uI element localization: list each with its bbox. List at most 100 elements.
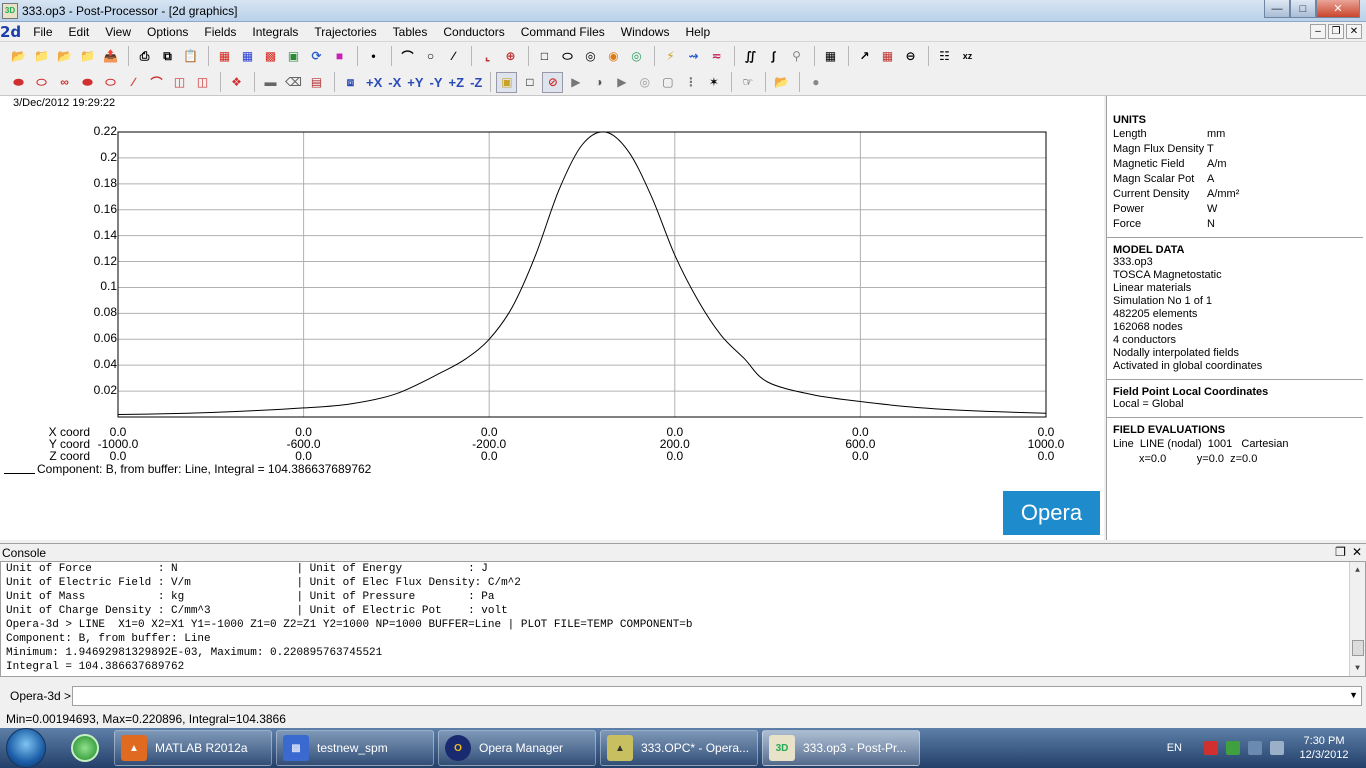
menu-conductors[interactable]: Conductors bbox=[435, 25, 512, 39]
menu-integrals[interactable]: Integrals bbox=[244, 25, 306, 39]
coil-icon[interactable]: ⬬ bbox=[8, 72, 29, 93]
solid-cube-icon[interactable]: ▣ bbox=[496, 71, 518, 93]
taskbar-app-post-processor[interactable]: 3D 333.op3 - Post-Pr... bbox=[762, 730, 920, 766]
taskbar-app-opera-manager[interactable]: O Opera Manager bbox=[438, 730, 596, 766]
particle-icon[interactable]: ⚡ bbox=[660, 46, 681, 67]
play-icon[interactable]: ▶ bbox=[565, 72, 586, 93]
arc-icon[interactable]: ⌒ bbox=[397, 46, 418, 67]
pointer-icon[interactable]: ☞ bbox=[737, 72, 758, 93]
ellipse-icon[interactable]: ⬭ bbox=[557, 46, 578, 67]
contour-icon[interactable]: ◉ bbox=[603, 46, 624, 67]
save-folder-icon[interactable]: 📁 bbox=[77, 46, 98, 67]
menu-help[interactable]: Help bbox=[677, 25, 718, 39]
color-map-icon[interactable]: ▩ bbox=[260, 46, 281, 67]
open-db-icon[interactable]: 📁 bbox=[31, 46, 52, 67]
color-map-icon[interactable]: ▦ bbox=[237, 46, 258, 67]
palette-icon[interactable]: ■ bbox=[329, 46, 350, 67]
conductor-icon[interactable]: ≂ bbox=[706, 46, 727, 67]
speaker-icon[interactable] bbox=[1270, 741, 1284, 755]
console-scrollbar[interactable]: ▲ ▼ bbox=[1349, 562, 1365, 676]
pinned-app-icon[interactable] bbox=[60, 729, 110, 767]
open-icon[interactable]: 📂 bbox=[8, 46, 29, 67]
taskbar-app-simulink[interactable]: ▩ testnew_spm bbox=[276, 730, 434, 766]
crosshair-icon[interactable]: ⊕ bbox=[500, 46, 521, 67]
axes-icon[interactable]: ⌞ bbox=[477, 46, 498, 67]
pick-conductor-icon[interactable]: ❖ bbox=[226, 72, 247, 93]
integral-icon[interactable]: ∬ bbox=[740, 46, 761, 67]
line-conductor-icon[interactable]: ∕ bbox=[123, 72, 144, 93]
view-minus-y-button[interactable]: -Y bbox=[427, 72, 446, 93]
calculator-icon[interactable]: ▦ bbox=[820, 46, 841, 67]
solenoid-20-icon[interactable]: ◫ bbox=[192, 72, 213, 93]
graphics-window[interactable]: 3/Dec/2012 19:29:22 0.22 0.2 0.18 0.16 0.14 0… bbox=[0, 96, 1104, 540]
scroll-thumb[interactable] bbox=[1352, 640, 1364, 656]
app-icon[interactable]: 3D bbox=[2, 2, 18, 19]
axes-xyz-icon[interactable]: ✶ bbox=[703, 72, 724, 93]
menu-trajectories[interactable]: Trajectories bbox=[306, 25, 384, 39]
zoom-icon[interactable]: ⚲ bbox=[786, 46, 807, 67]
mdi-close-button[interactable]: ✕ bbox=[1346, 24, 1362, 39]
command-input[interactable] bbox=[72, 686, 1362, 706]
cart-icon[interactable]: ☷ bbox=[934, 46, 955, 67]
mdi-restore-button[interactable]: ❐ bbox=[1328, 24, 1344, 39]
3d-view-icon[interactable]: ▣ bbox=[283, 46, 304, 67]
coil-icon[interactable]: ∞ bbox=[54, 72, 75, 93]
menu-file[interactable]: File bbox=[25, 25, 60, 39]
rectangle-icon[interactable]: □ bbox=[534, 46, 555, 67]
folder-export-icon[interactable]: 📂 bbox=[771, 72, 792, 93]
scale-view-icon[interactable]: ▢ bbox=[657, 72, 678, 93]
network-icon[interactable] bbox=[1248, 741, 1262, 755]
integral-line-icon[interactable]: ∫ bbox=[763, 46, 784, 67]
language-indicator[interactable]: EN bbox=[1167, 742, 1182, 754]
document-icon[interactable]: ▤ bbox=[306, 72, 327, 93]
zone-icon[interactable]: ◎ bbox=[626, 46, 647, 67]
coil-icon[interactable]: ⬭ bbox=[31, 72, 52, 93]
copy-icon[interactable]: ⧉ bbox=[157, 46, 178, 67]
color-map-icon[interactable]: ▦ bbox=[214, 46, 235, 67]
ring-icon[interactable]: ◎ bbox=[580, 46, 601, 67]
point-icon[interactable]: • bbox=[363, 46, 384, 67]
taskbar-app-matlab[interactable]: ▲ MATLAB R2012a bbox=[114, 730, 272, 766]
table-grid-icon[interactable]: ▦ bbox=[877, 46, 898, 67]
solenoid-icon[interactable]: ◫ bbox=[169, 72, 190, 93]
console-close-icon[interactable]: ✕ bbox=[1352, 545, 1362, 559]
menu-options[interactable]: Options bbox=[139, 25, 196, 39]
flag-icon[interactable] bbox=[1204, 741, 1218, 755]
menu-edit[interactable]: Edit bbox=[61, 25, 98, 39]
menu-windows[interactable]: Windows bbox=[613, 25, 678, 39]
mdi-minimize-button[interactable]: – bbox=[1310, 24, 1326, 39]
grid-icon[interactable]: ⋮ bbox=[680, 72, 701, 93]
forward-icon[interactable]: ▶ bbox=[611, 72, 632, 93]
export-icon[interactable]: 📤 bbox=[100, 46, 121, 67]
refresh-icon[interactable]: ⟳ bbox=[306, 46, 327, 67]
menu-fields[interactable]: Fields bbox=[196, 25, 244, 39]
view-plus-z-button[interactable]: +Z bbox=[446, 72, 468, 93]
coil-icon[interactable]: ⬬ bbox=[77, 72, 98, 93]
open-table-icon[interactable]: 📂 bbox=[54, 46, 75, 67]
coordinates-icon[interactable]: xz bbox=[957, 46, 978, 67]
taskbar-app-opera-modeller[interactable]: ▲ 333.OPC* - Opera... bbox=[600, 730, 758, 766]
trajectory-icon[interactable]: ⇝ bbox=[683, 46, 704, 67]
sphere-icon[interactable]: ◑ bbox=[588, 72, 609, 93]
menu-command-files[interactable]: Command Files bbox=[513, 25, 613, 39]
view-minus-x-button[interactable]: -X bbox=[385, 72, 404, 93]
console-float-icon[interactable]: ❐ bbox=[1335, 545, 1346, 559]
close-button[interactable]: ✕ bbox=[1316, 0, 1360, 18]
maximize-button[interactable]: □ bbox=[1290, 0, 1316, 18]
scroll-up-icon[interactable]: ▲ bbox=[1350, 562, 1365, 578]
wire-cube-icon[interactable]: □ bbox=[519, 72, 540, 93]
coil-icon[interactable]: ⬭ bbox=[100, 72, 121, 93]
print-icon[interactable]: ⎙ bbox=[134, 46, 155, 67]
menu-view[interactable]: View bbox=[97, 25, 139, 39]
gauge-icon[interactable]: ⊖ bbox=[900, 46, 921, 67]
record-icon[interactable]: ● bbox=[805, 72, 826, 93]
target-icon[interactable]: ◎ bbox=[634, 72, 655, 93]
view-minus-z-button[interactable]: -Z bbox=[467, 72, 485, 93]
line-icon[interactable]: ∕ bbox=[443, 46, 464, 67]
paste-icon[interactable]: 📋 bbox=[180, 46, 201, 67]
clock[interactable]: 7:30 PM 12/3/2012 bbox=[1292, 734, 1356, 762]
highlight-icon[interactable]: ⊘ bbox=[542, 71, 564, 93]
view-plus-y-button[interactable]: +Y bbox=[404, 72, 426, 93]
console-output[interactable]: Unit of Force : N | Unit of Energy : J Un… bbox=[0, 561, 1366, 677]
view-axes-icon[interactable]: ⧈ bbox=[340, 72, 361, 93]
